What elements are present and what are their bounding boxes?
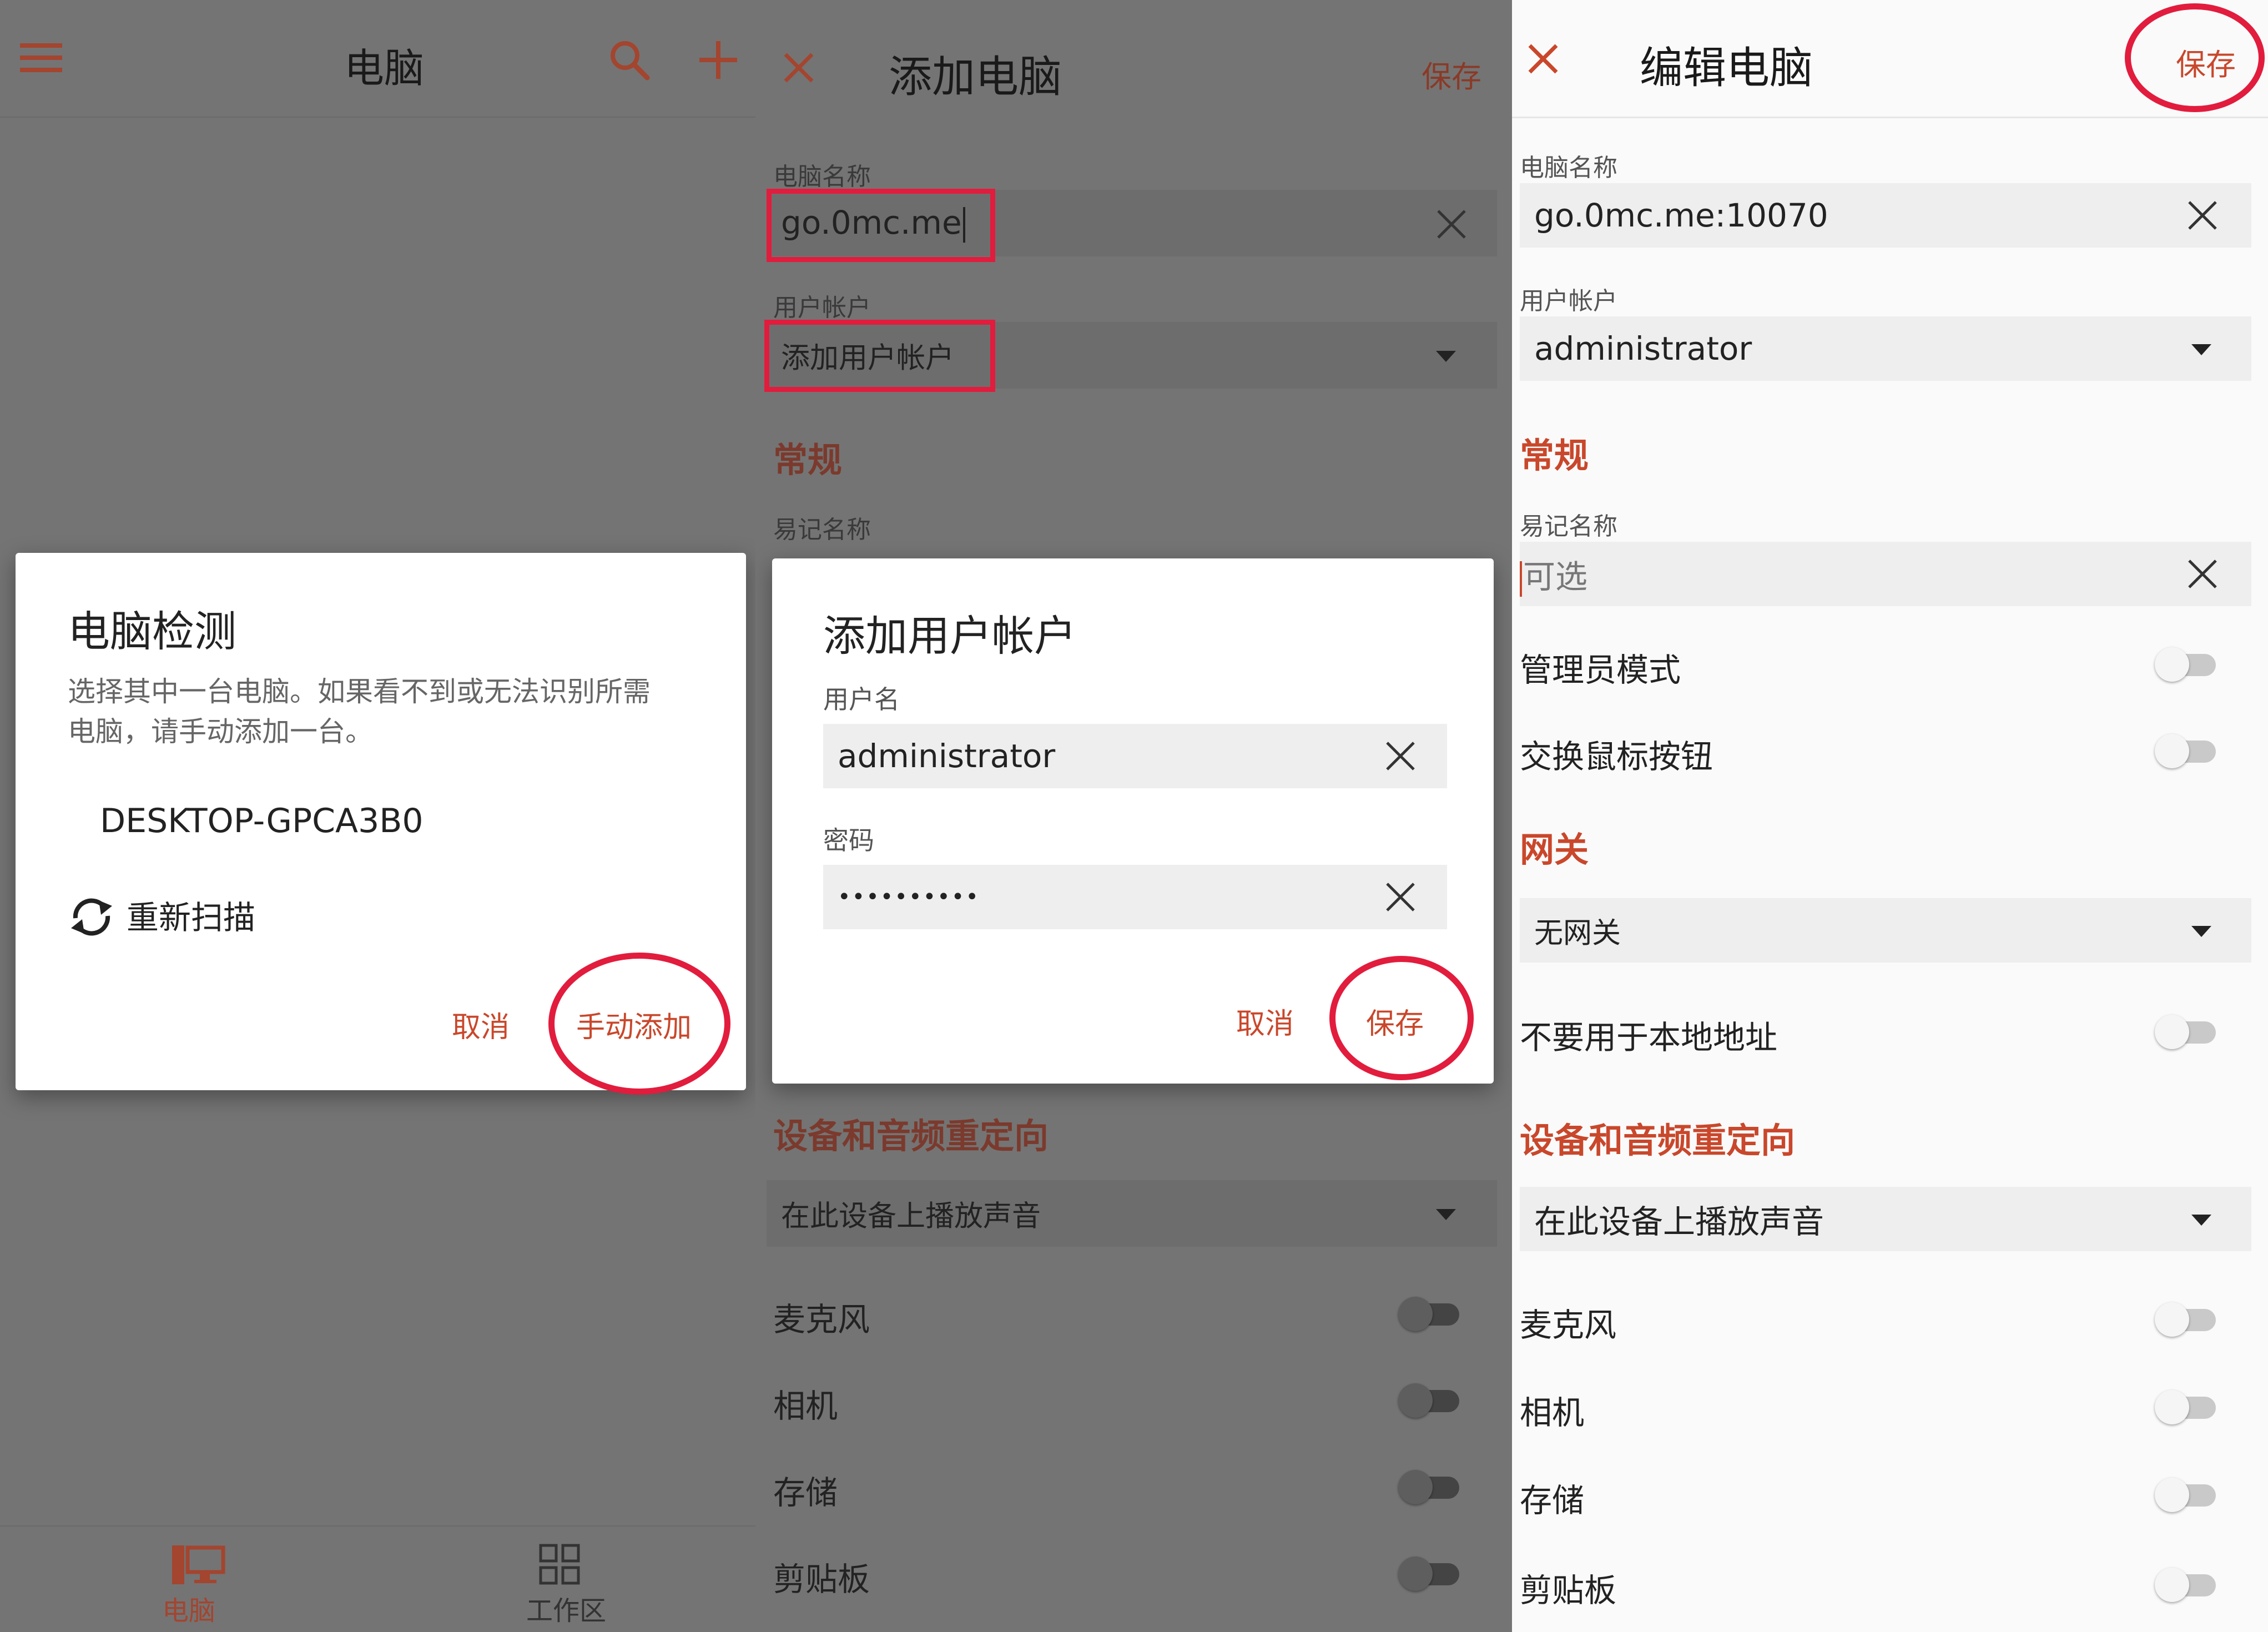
clipboard-toggle[interactable]	[2155, 1564, 2221, 1603]
friendly-name-label: 易记名称	[773, 516, 871, 544]
microphone-label: 麦克风	[773, 1301, 870, 1338]
user-account-value: administrator	[1534, 330, 1752, 367]
chevron-down-icon	[1436, 351, 1456, 362]
workspace-icon	[538, 1543, 583, 1588]
camera-toggle[interactable]	[1398, 1380, 1465, 1419]
nav-tab-computers[interactable]: 电脑	[0, 1527, 377, 1632]
gateway-value: 无网关	[1534, 916, 1621, 950]
nav-tab-workspaces[interactable]: 工作区	[377, 1527, 755, 1632]
user-account-label: 用户帐户	[773, 294, 871, 322]
cancel-button[interactable]: 取消	[1236, 1000, 1294, 1042]
clear-icon[interactable]	[1385, 882, 1416, 913]
page-title: 编辑电脑	[1640, 43, 1813, 93]
add-icon[interactable]	[697, 39, 739, 81]
chevron-down-icon	[2191, 926, 2211, 937]
admin-mode-label: 管理员模式	[1520, 651, 1681, 689]
sound-select[interactable]: 在此设备上播放声音	[1520, 1187, 2251, 1251]
password-label: 密码	[823, 825, 874, 855]
nav-label: 电脑	[162, 1595, 215, 1626]
cancel-button[interactable]: 取消	[452, 1004, 510, 1045]
pc-name-label: 电脑名称	[1520, 154, 1617, 182]
app-bar: 添加电脑 保存	[755, 0, 1512, 120]
username-input[interactable]: administrator	[823, 724, 1447, 788]
highlight-box	[764, 320, 995, 392]
clear-icon[interactable]	[2187, 558, 2218, 590]
section-general: 常规	[773, 440, 843, 480]
friendly-name-label: 易记名称	[1520, 512, 1617, 541]
refresh-icon[interactable]	[68, 896, 115, 938]
detected-device-item[interactable]: DESKTOP-GPCA3B0	[100, 802, 424, 840]
sound-value: 在此设备上播放声音	[781, 1200, 1041, 1233]
chevron-down-icon	[1436, 1209, 1456, 1220]
swap-mouse-label: 交换鼠标按钮	[1520, 738, 1713, 775]
clear-icon[interactable]	[1436, 209, 1467, 240]
dialog-message-line1: 选择其中一台电脑。如果看不到或无法识别所需	[68, 676, 651, 708]
menu-icon[interactable]	[20, 41, 62, 74]
clear-icon[interactable]	[2187, 200, 2218, 231]
sound-value: 在此设备上播放声音	[1534, 1203, 1825, 1241]
chevron-down-icon	[2191, 344, 2211, 355]
pc-name-input[interactable]: go.0mc.me:10070	[1520, 183, 2251, 248]
storage-label: 存储	[1520, 1482, 1585, 1519]
chevron-down-icon	[2191, 1215, 2211, 1226]
password-input[interactable]: ••••••••••	[823, 865, 1447, 929]
clipboard-toggle[interactable]	[1398, 1553, 1465, 1592]
storage-toggle[interactable]	[2155, 1474, 2221, 1513]
section-redirection: 设备和音频重定向	[773, 1116, 1049, 1156]
pc-name-value: go.0mc.me:10070	[1534, 197, 1828, 234]
highlight-circle	[1329, 956, 1474, 1080]
clipboard-label: 剪贴板	[773, 1560, 870, 1598]
highlight-box	[767, 189, 995, 262]
page-title: 添加电脑	[889, 52, 1062, 102]
password-value: ••••••••••	[838, 884, 980, 910]
pc-name-label: 电脑名称	[773, 163, 871, 191]
dialog-title: 电脑检测	[68, 607, 236, 656]
clipboard-label: 剪贴板	[1520, 1571, 1617, 1609]
camera-label: 相机	[1520, 1394, 1585, 1432]
microphone-toggle[interactable]	[2155, 1299, 2221, 1338]
computer-icon	[172, 1543, 225, 1585]
highlight-circle	[548, 953, 730, 1095]
section-general: 常规	[1520, 435, 1589, 476]
edit-pc-screen: 编辑电脑 保存 电脑名称 go.0mc.me:10070 用户帐户 admini…	[1512, 0, 2268, 1632]
dialog-message-line2: 电脑，请手动添加一台。	[68, 716, 373, 748]
bottom-navigation: 电脑 工作区	[0, 1525, 755, 1632]
section-gateway: 网关	[1520, 829, 1589, 870]
friendly-name-placeholder: 可选	[1523, 558, 1588, 596]
dialog-title: 添加用户帐户	[823, 611, 1076, 661]
page-title: 电脑	[344, 45, 425, 92]
storage-toggle[interactable]	[1398, 1467, 1465, 1505]
admin-mode-toggle[interactable]	[2155, 644, 2221, 683]
storage-label: 存储	[773, 1474, 838, 1512]
bypass-local-toggle[interactable]	[2155, 1011, 2221, 1050]
app-bar: 电脑	[0, 0, 755, 118]
search-icon[interactable]	[607, 38, 652, 82]
bypass-local-label: 不要用于本地地址	[1520, 1019, 1778, 1056]
nav-label: 工作区	[526, 1595, 606, 1626]
save-button[interactable]: 保存	[1422, 52, 1481, 96]
swap-mouse-toggle[interactable]	[2155, 731, 2221, 769]
text-cursor	[1520, 561, 1522, 597]
computers-screen: 电脑 电脑检测 选择其中一台电脑。如果看不到或无法识别所需 电脑，请手动添加一台…	[0, 0, 755, 1632]
close-icon[interactable]	[782, 51, 815, 84]
username-label: 用户名	[823, 684, 900, 714]
gateway-select[interactable]: 无网关	[1520, 898, 2251, 963]
camera-label: 相机	[773, 1387, 838, 1425]
user-account-select[interactable]: administrator	[1520, 316, 2251, 381]
close-icon[interactable]	[1526, 42, 1560, 75]
username-value: administrator	[838, 737, 1056, 775]
highlight-circle	[2125, 3, 2265, 112]
microphone-toggle[interactable]	[1398, 1293, 1465, 1332]
clear-icon[interactable]	[1385, 741, 1416, 772]
friendly-name-input[interactable]: 可选	[1520, 542, 2251, 606]
sound-select[interactable]: 在此设备上播放声音	[767, 1180, 1497, 1247]
rescan-button[interactable]: 重新扫描	[127, 891, 255, 938]
add-pc-screen: 添加电脑 保存 电脑名称 go.0mc.me 用户帐户 添加用户帐户 常规 易记…	[755, 0, 1512, 1632]
microphone-label: 麦克风	[1520, 1306, 1617, 1344]
camera-toggle[interactable]	[2155, 1387, 2221, 1426]
user-account-label: 用户帐户	[1520, 287, 1617, 315]
section-redirection: 设备和音频重定向	[1520, 1120, 1796, 1161]
